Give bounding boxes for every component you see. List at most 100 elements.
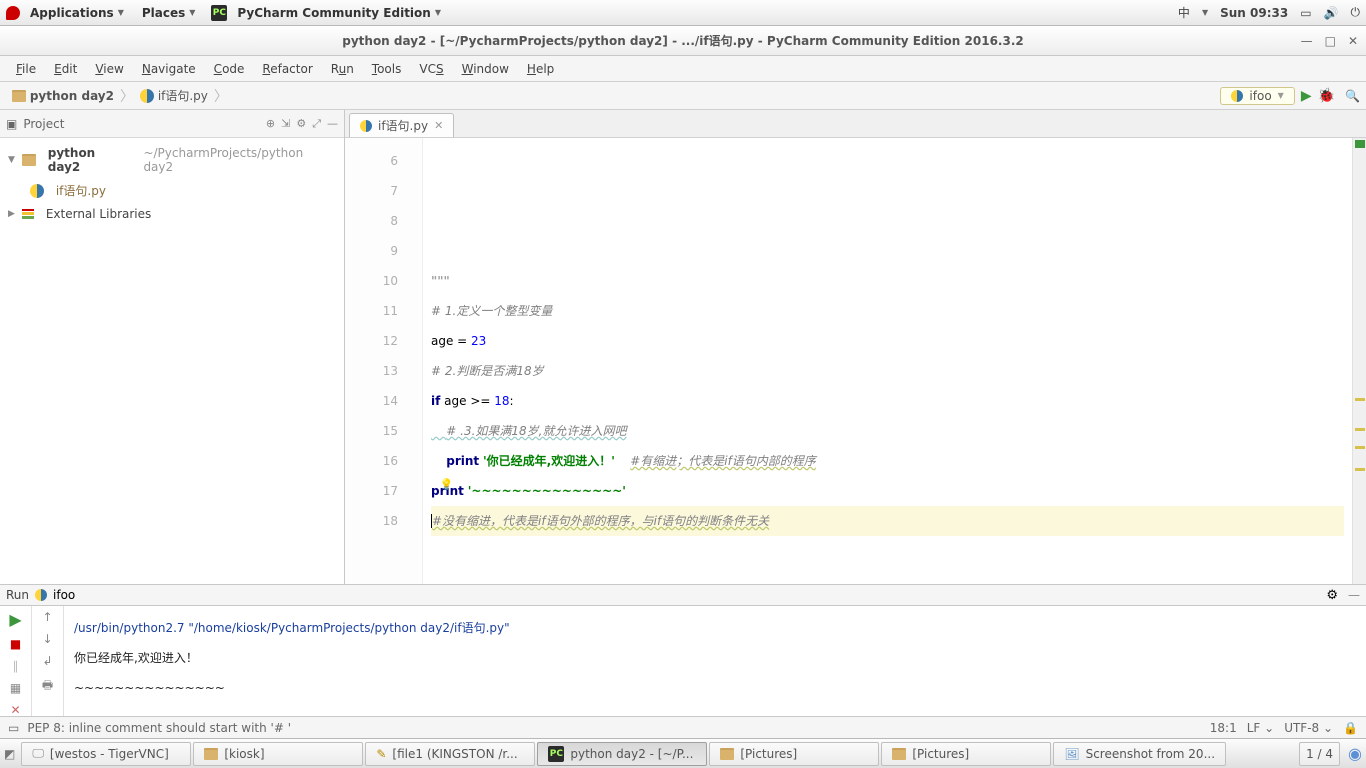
debug-button[interactable]: 🐞 (1318, 88, 1335, 104)
notifications-icon[interactable]: ▭ (1300, 6, 1311, 20)
close-run-button[interactable]: ✕ (10, 703, 20, 717)
breadcrumb-file[interactable]: if语句.py (134, 86, 214, 106)
up-button[interactable]: ↑ (42, 610, 52, 624)
run-button[interactable]: ▶ (1301, 88, 1312, 104)
soft-wrap-button[interactable]: ↲ (42, 654, 52, 668)
file-encoding[interactable]: UTF-8 ⌄ (1284, 721, 1333, 735)
editor-scrollbar[interactable] (1352, 138, 1366, 584)
project-view-icon[interactable]: ▣ (6, 117, 17, 131)
run-label[interactable]: Run (6, 588, 29, 602)
taskbar-item[interactable]: PCpython day2 - [~/P... (537, 742, 707, 766)
lock-icon[interactable]: 🔒 (1343, 721, 1358, 735)
close-button[interactable]: ✕ (1348, 34, 1358, 48)
system-panel: Applications▼ Places▼ PC PyCharm Communi… (0, 0, 1366, 26)
library-icon (22, 209, 34, 219)
show-desktop-button[interactable]: ◩ (4, 747, 15, 761)
line-separator[interactable]: LF ⌄ (1247, 721, 1274, 735)
folder-icon (12, 90, 26, 102)
menu-tools[interactable]: Tools (364, 60, 410, 78)
console-output[interactable]: /usr/bin/python2.7 "/home/kiosk/PycharmP… (64, 606, 1366, 716)
minimize-tool-icon[interactable]: — (327, 117, 338, 130)
tool-windows-button[interactable]: ▭ (8, 721, 19, 735)
places-menu[interactable]: Places▼ (134, 4, 204, 22)
settings-icon[interactable]: ⚙ (296, 117, 306, 130)
window-title: python day2 - [~/PycharmProjects/python … (342, 32, 1023, 49)
run-tool-window: ▶ ■ ∥ ▦ ✕ ↑ ↓ ↲ 🖶 /usr/bin/python2.7 "/h… (0, 606, 1366, 716)
warning-marker[interactable] (1355, 428, 1365, 431)
trash-icon[interactable]: ◉ (1348, 744, 1362, 763)
close-tab-icon[interactable]: ✕ (434, 119, 443, 132)
workspace-switcher[interactable]: 1 / 4 (1299, 742, 1340, 766)
taskbar-item[interactable]: [Pictures] (881, 742, 1051, 766)
editor-gutter: 6789101112131415161718 (345, 138, 423, 584)
menu-navigate[interactable]: Navigate (134, 60, 204, 78)
warning-marker[interactable] (1355, 398, 1365, 401)
run-toolbar-secondary: ↑ ↓ ↲ 🖶 (32, 606, 64, 716)
tool-settings-icon[interactable]: ⚙ (1326, 588, 1338, 603)
python-file-icon (360, 120, 372, 132)
taskbar-item[interactable]: 🖼Screenshot from 20... (1053, 742, 1226, 766)
code-editor[interactable]: 6789101112131415161718 """# 1.定义一个整型变量ag… (345, 138, 1366, 584)
python-icon (1231, 90, 1243, 102)
python-file-icon (30, 184, 44, 198)
menu-view[interactable]: View (87, 60, 131, 78)
folder-icon (22, 154, 36, 166)
minimize-tool-icon[interactable]: — (1348, 588, 1360, 602)
warning-marker[interactable] (1355, 446, 1365, 449)
project-tree: ▼ python day2 ~/PycharmProjects/python d… (0, 138, 344, 229)
menu-bar: File Edit View Navigate Code Refactor Ru… (0, 56, 1366, 82)
menu-edit[interactable]: Edit (46, 60, 85, 78)
breadcrumb-root[interactable]: python day2 (6, 86, 120, 106)
pause-button[interactable]: ∥ (13, 659, 19, 673)
taskbar-item[interactable]: 🖵[westos - TigerVNC] (21, 742, 191, 766)
run-toolbar-primary: ▶ ■ ∥ ▦ ✕ (0, 606, 32, 716)
pycharm-icon: PC (211, 5, 227, 21)
run-config-name: ifoo (53, 588, 75, 602)
python-icon (35, 589, 47, 601)
collapse-all-icon[interactable]: ⇲ (281, 117, 290, 130)
taskbar-item[interactable]: ✎[file1 (KINGSTON /r... (365, 742, 535, 766)
menu-vcs[interactable]: VCS (411, 60, 451, 78)
taskbar-item[interactable]: [Pictures] (709, 742, 879, 766)
search-everywhere-button[interactable]: 🔍 (1345, 89, 1360, 103)
run-config-selector[interactable]: ifoo▼ (1220, 87, 1294, 105)
caret-position[interactable]: 18:1 (1210, 721, 1237, 735)
power-icon[interactable]: ⏻ (1351, 5, 1361, 20)
clock[interactable]: Sun 09:33 (1220, 6, 1288, 20)
ime-indicator[interactable]: 中 (1178, 4, 1190, 21)
menu-refactor[interactable]: Refactor (254, 60, 320, 78)
menu-run[interactable]: Run (323, 60, 362, 78)
editor-area: if语句.py ✕ 6789101112131415161718 """# 1.… (345, 110, 1366, 584)
menu-help[interactable]: Help (519, 60, 562, 78)
applications-menu[interactable]: Applications▼ (22, 4, 132, 22)
stop-button[interactable]: ■ (10, 637, 21, 651)
maximize-button[interactable]: □ (1325, 34, 1336, 48)
hide-icon[interactable]: ⤢ (312, 117, 321, 131)
navigation-bar: python day2 〉 if语句.py 〉 ifoo▼ ▶ 🐞 🔍 (0, 82, 1366, 110)
status-message: PEP 8: inline comment should start with … (27, 721, 291, 735)
system-taskbar: ◩ 🖵[westos - TigerVNC][kiosk]✎[file1 (KI… (0, 738, 1366, 768)
warning-marker[interactable] (1355, 468, 1365, 471)
tree-file[interactable]: if语句.py (2, 178, 342, 203)
menu-code[interactable]: Code (206, 60, 253, 78)
print-button[interactable]: 🖶 (42, 676, 53, 697)
editor-content[interactable]: """# 1.定义一个整型变量age = 23# 2.判断是否满18岁if ag… (423, 138, 1352, 584)
rerun-button[interactable]: ▶ (9, 610, 21, 629)
project-view-title[interactable]: Project (23, 117, 260, 131)
minimize-button[interactable]: — (1301, 34, 1313, 48)
down-button[interactable]: ↓ (42, 632, 52, 646)
distro-icon (6, 6, 20, 20)
app-menu[interactable]: PyCharm Community Edition▼ (229, 4, 449, 22)
editor-tab[interactable]: if语句.py ✕ (349, 113, 454, 137)
tree-external-libs[interactable]: ▶ External Libraries (2, 203, 342, 225)
layout-button[interactable]: ▦ (10, 681, 21, 695)
python-file-icon (140, 89, 154, 103)
editor-tabs: if语句.py ✕ (345, 110, 1366, 138)
menu-window[interactable]: Window (454, 60, 517, 78)
window-title-bar: python day2 - [~/PycharmProjects/python … (0, 26, 1366, 56)
volume-icon[interactable]: 🔊 (1324, 6, 1339, 20)
tree-project-root[interactable]: ▼ python day2 ~/PycharmProjects/python d… (2, 142, 342, 178)
scroll-target-icon[interactable]: ⊕ (266, 117, 275, 130)
menu-file[interactable]: File (8, 60, 44, 78)
taskbar-item[interactable]: [kiosk] (193, 742, 363, 766)
